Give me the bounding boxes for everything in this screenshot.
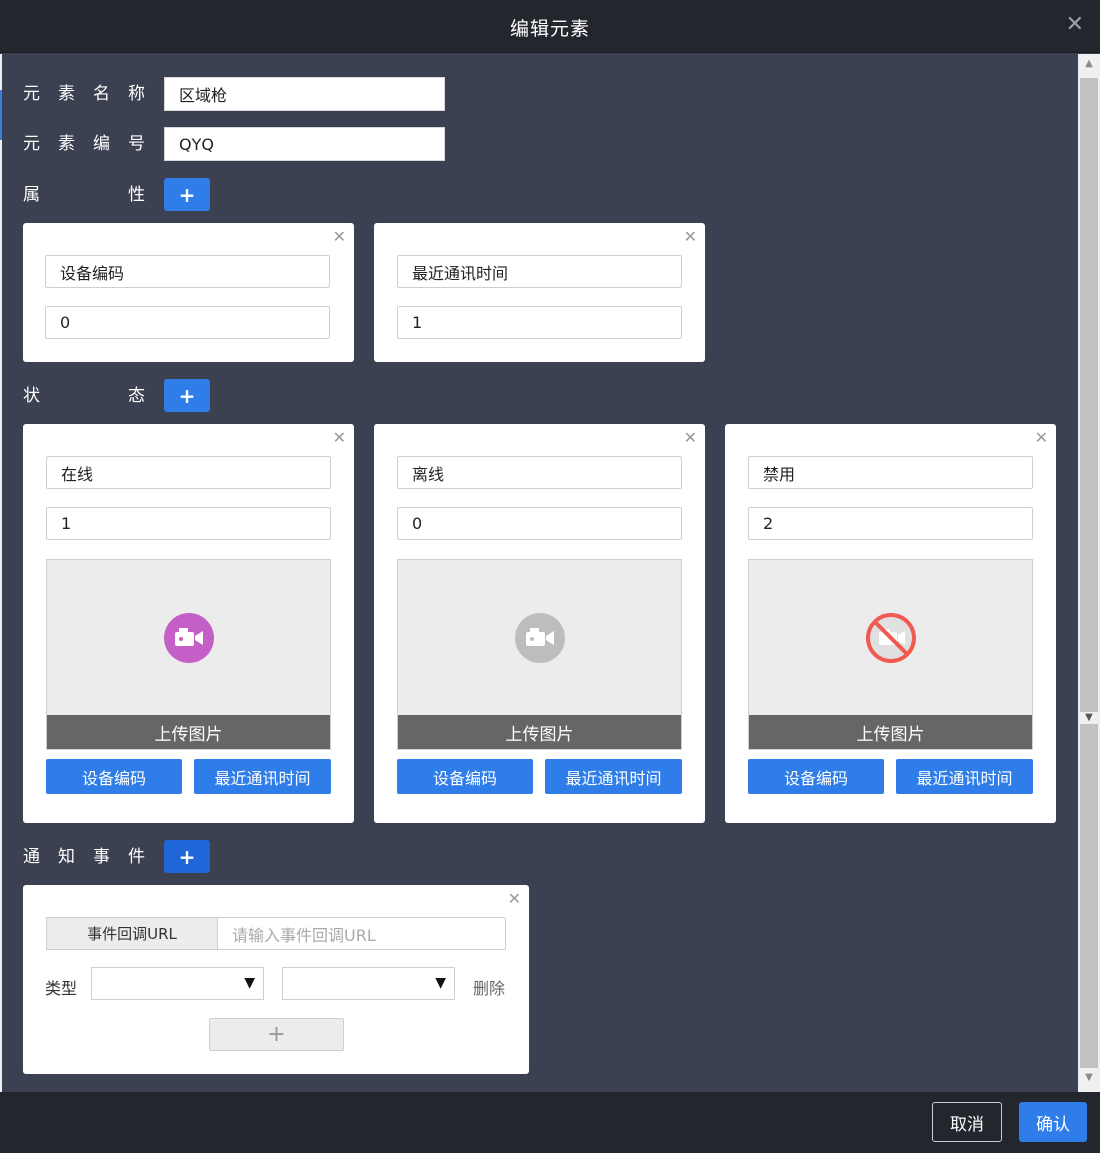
events-label: 通知事件 (23, 847, 145, 867)
callback-url-input[interactable]: 请输入事件回调URL (217, 917, 506, 950)
element-code-label: 元素编号 (23, 134, 145, 154)
state-card: ✕ 在线 1 上传图片 设备编码 最近通讯时间 (23, 424, 354, 823)
scroll-down-arrow-icon[interactable]: ▼ (1078, 1072, 1100, 1088)
camera-icon (164, 613, 214, 663)
add-condition-button[interactable]: + (209, 1018, 344, 1051)
camera-icon (526, 628, 554, 646)
dialog-title: 编辑元素 (509, 18, 590, 40)
add-state-button[interactable]: + (164, 379, 210, 412)
device-code-button[interactable]: 设备编码 (46, 759, 182, 794)
state-value-input[interactable]: 0 (397, 507, 682, 540)
state-name-input[interactable]: 禁用 (748, 456, 1033, 489)
last-comm-time-button[interactable]: 最近通讯时间 (194, 759, 331, 794)
element-code-input[interactable]: QYQ (164, 127, 445, 161)
dialog-body: 元素名称 区域枪 元素编号 QYQ 属性 + ✕ 设备编码 0 ✕ 最近通讯时间… (2, 54, 1078, 1092)
close-icon[interactable]: ✕ (508, 889, 521, 908)
state-value-input[interactable]: 2 (748, 507, 1033, 540)
subtype-select[interactable]: ▼ (282, 967, 455, 1000)
state-name-input[interactable]: 在线 (46, 456, 331, 489)
attribute-value-input[interactable]: 1 (397, 306, 682, 339)
add-event-button[interactable]: + (164, 840, 210, 873)
camera-icon (175, 628, 203, 646)
states-label: 状态 (23, 386, 145, 406)
state-name-input[interactable]: 离线 (397, 456, 682, 489)
attribute-value-input[interactable]: 0 (45, 306, 330, 339)
vertical-scrollbar[interactable]: ▲ ▼ (1078, 54, 1100, 1092)
dialog-header: 编辑元素 ✕ (0, 0, 1100, 53)
scroll-down-marker-icon: ▼ (1078, 712, 1100, 724)
camera-disabled-icon (874, 621, 908, 655)
attributes-label: 属性 (23, 185, 145, 205)
camera-icon (515, 613, 565, 663)
close-icon[interactable]: ✕ (333, 428, 346, 447)
upload-image-button[interactable]: 上传图片 (47, 715, 330, 749)
close-icon[interactable]: ✕ (684, 428, 697, 447)
edit-element-dialog: 编辑元素 ✕ 元素名称 区域枪 元素编号 QYQ 属性 + ✕ 设备编码 0 ✕… (0, 0, 1100, 1153)
scrollbar-thumb[interactable] (1080, 78, 1098, 1068)
last-comm-time-button[interactable]: 最近通讯时间 (545, 759, 682, 794)
attribute-key-input[interactable]: 设备编码 (45, 255, 330, 288)
state-value-input[interactable]: 1 (46, 507, 331, 540)
upload-image-button[interactable]: 上传图片 (749, 715, 1032, 749)
dialog-footer: 取消 确认 (0, 1092, 1100, 1153)
state-image-box: 上传图片 (46, 559, 331, 750)
state-card: ✕ 离线 0 上传图片 设备编码 最近通讯时间 (374, 424, 705, 823)
attribute-card: ✕ 设备编码 0 (23, 223, 354, 362)
state-image-box: 上传图片 (748, 559, 1033, 750)
delete-link[interactable]: 删除 (473, 975, 505, 999)
confirm-button[interactable]: 确认 (1019, 1102, 1087, 1142)
attribute-card: ✕ 最近通讯时间 1 (374, 223, 705, 362)
last-comm-time-button[interactable]: 最近通讯时间 (896, 759, 1033, 794)
scroll-up-arrow-icon[interactable]: ▲ (1078, 58, 1100, 74)
device-code-button[interactable]: 设备编码 (397, 759, 533, 794)
type-label: 类型 (45, 979, 78, 998)
close-icon[interactable]: ✕ (333, 227, 346, 246)
close-icon[interactable]: ✕ (1035, 428, 1048, 447)
type-select[interactable]: ▼ (91, 967, 264, 1000)
upload-image-button[interactable]: 上传图片 (398, 715, 681, 749)
state-image-box: 上传图片 (397, 559, 682, 750)
element-name-label: 元素名称 (23, 84, 145, 104)
dropdown-arrow-icon: ▼ (244, 975, 255, 991)
event-card: ✕ 事件回调URL 请输入事件回调URL 类型 ▼ ▼ 删除 + (23, 885, 529, 1074)
close-icon[interactable]: ✕ (684, 227, 697, 246)
close-icon[interactable]: ✕ (1066, 14, 1084, 36)
attribute-key-input[interactable]: 最近通讯时间 (397, 255, 682, 288)
element-name-input[interactable]: 区域枪 (164, 77, 445, 111)
camera-disabled-icon (866, 613, 916, 663)
add-attribute-button[interactable]: + (164, 178, 210, 211)
cancel-button[interactable]: 取消 (932, 1102, 1002, 1142)
url-addon-label: 事件回调URL (46, 917, 218, 950)
state-card: ✕ 禁用 2 上传图片 设备编码 最近通讯时间 (725, 424, 1056, 823)
device-code-button[interactable]: 设备编码 (748, 759, 884, 794)
dropdown-arrow-icon: ▼ (435, 975, 446, 991)
